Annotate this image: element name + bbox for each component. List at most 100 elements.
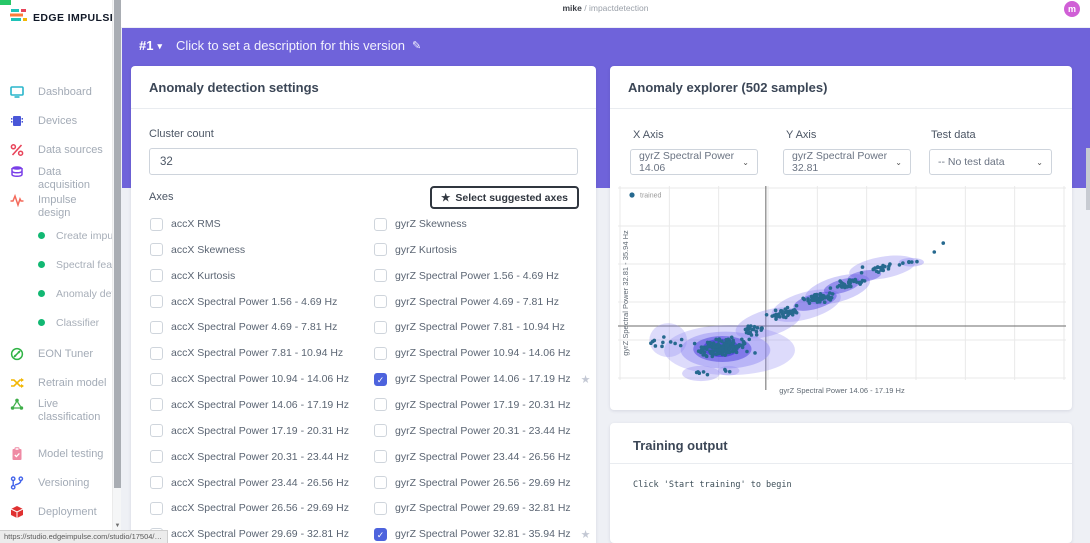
axis-checkbox[interactable]	[150, 398, 163, 411]
axis-checkbox[interactable]	[374, 398, 387, 411]
select-suggested-axes-button[interactable]: ★ Select suggested axes	[430, 186, 579, 209]
axis-option-label[interactable]: accX Spectral Power 20.31 - 23.44 Hz	[171, 451, 349, 463]
training-console-text: Click 'Start training' to begin	[633, 480, 792, 490]
axis-checkbox[interactable]	[374, 502, 387, 515]
version-picker[interactable]: #1 ▾	[139, 38, 162, 53]
axis-option-row: accX Spectral Power 4.69 - 7.81 Hz	[150, 320, 337, 334]
axis-checkbox[interactable]	[374, 269, 387, 282]
axis-option-label[interactable]: accX Kurtosis	[171, 270, 235, 282]
axis-option-label[interactable]: gyrZ Spectral Power 1.56 - 4.69 Hz	[395, 270, 559, 282]
screen-capture-marker	[0, 0, 11, 5]
axis-checkbox[interactable]: ✓	[374, 373, 387, 386]
sidebar-scrollbar-thumb[interactable]	[114, 0, 121, 488]
axis-option-label[interactable]: gyrZ Spectral Power 4.69 - 7.81 Hz	[395, 296, 559, 308]
axis-checkbox[interactable]	[150, 218, 163, 231]
x-axis-label: X Axis	[633, 129, 664, 141]
axis-option-row: accX Spectral Power 26.56 - 29.69 Hz	[150, 501, 349, 515]
axis-option-label[interactable]: gyrZ Spectral Power 23.44 - 26.56 Hz	[395, 451, 571, 463]
panel-title: Anomaly detection settings	[149, 80, 319, 95]
axes-label: Axes	[149, 191, 173, 203]
axis-option-label[interactable]: accX Spectral Power 26.56 - 29.69 Hz	[171, 502, 349, 514]
axis-option-label[interactable]: accX Spectral Power 10.94 - 14.06 Hz	[171, 373, 349, 385]
axis-checkbox[interactable]	[150, 424, 163, 437]
page-scrollbar-thumb[interactable]	[1086, 148, 1090, 210]
axis-checkbox[interactable]	[150, 347, 163, 360]
axis-checkbox[interactable]	[150, 502, 163, 515]
sidebar-item-label: Spectral features	[56, 259, 112, 272]
chevron-down-icon: ⌄	[1036, 158, 1043, 167]
x-axis-select[interactable]: gyrZ Spectral Power 14.06 ⌄	[630, 149, 758, 175]
axis-option-label[interactable]: accX Spectral Power 7.81 - 10.94 Hz	[171, 347, 343, 359]
axis-option-row: accX Spectral Power 29.69 - 32.81 Hz	[150, 527, 349, 541]
axis-checkbox[interactable]	[150, 243, 163, 256]
axis-checkbox[interactable]: ✓	[374, 528, 387, 541]
suggested-star-icon: ★	[581, 528, 591, 541]
axis-option-label[interactable]: accX RMS	[171, 218, 221, 230]
scrollbar-down-arrow-icon[interactable]: ▼	[113, 523, 122, 529]
axis-option-label[interactable]: gyrZ Spectral Power 10.94 - 14.06 Hz	[395, 347, 571, 359]
sidebar-item-label: Model testing	[38, 448, 110, 461]
sidebar-item-label: EON Tuner	[38, 348, 110, 361]
axis-checkbox[interactable]	[150, 476, 163, 489]
axis-option-label[interactable]: gyrZ Spectral Power 20.31 - 23.44 Hz	[395, 425, 571, 437]
breadcrumb[interactable]: mike / impactdetection	[121, 3, 1090, 13]
test-data-select[interactable]: -- No test data ⌄	[929, 149, 1052, 175]
axis-option-label[interactable]: gyrZ Skewness	[395, 218, 467, 230]
version-label: #1	[139, 38, 153, 53]
axis-option-label[interactable]: accX Spectral Power 14.06 - 17.19 Hz	[171, 399, 349, 411]
sidebar: EDGE IMPULSE Dashboard Devices Data sour…	[0, 0, 112, 543]
axis-checkbox[interactable]	[374, 476, 387, 489]
edit-pencil-icon[interactable]: ✎	[412, 39, 421, 52]
breadcrumb-project[interactable]: impactdetection	[589, 3, 649, 13]
sidebar-item-label: Dashboard	[38, 86, 110, 99]
training-output-panel: Training output Click 'Start training' t…	[610, 423, 1072, 543]
anomaly-settings-panel: Anomaly detection settings Cluster count…	[131, 66, 596, 543]
avatar[interactable]: m	[1064, 1, 1080, 17]
axis-option-row: accX Spectral Power 1.56 - 4.69 Hz	[150, 295, 337, 309]
y-axis-select[interactable]: gyrZ Spectral Power 32.81 ⌄	[783, 149, 911, 175]
axis-checkbox[interactable]	[374, 347, 387, 360]
axis-checkbox[interactable]	[374, 450, 387, 463]
axis-option-row: gyrZ Skewness	[374, 217, 467, 231]
axis-option-label[interactable]: gyrZ Kurtosis	[395, 244, 457, 256]
axis-checkbox[interactable]	[150, 450, 163, 463]
axis-checkbox[interactable]	[150, 321, 163, 334]
axis-checkbox[interactable]	[150, 269, 163, 282]
sidebar-item-label: Create impulse	[56, 230, 112, 243]
axis-option-row: accX RMS	[150, 217, 221, 231]
edge-impulse-logo[interactable]: EDGE IMPULSE	[10, 8, 117, 27]
axis-checkbox[interactable]	[374, 295, 387, 308]
axis-option-label[interactable]: accX Spectral Power 1.56 - 4.69 Hz	[171, 296, 337, 308]
anomaly-scatter-chart[interactable]: trainedgyrZ Spectral Power 14.06 - 17.19…	[618, 183, 1066, 400]
axis-option-label[interactable]: gyrZ Spectral Power 26.56 - 29.69 Hz	[395, 477, 571, 489]
axis-option-label[interactable]: accX Spectral Power 29.69 - 32.81 Hz	[171, 528, 349, 540]
axis-option-label[interactable]: gyrZ Spectral Power 14.06 - 17.19 Hz	[395, 373, 571, 385]
divider	[610, 108, 1072, 109]
axis-option-label[interactable]: accX Spectral Power 23.44 - 26.56 Hz	[171, 477, 349, 489]
version-description[interactable]: Click to set a description for this vers…	[176, 38, 421, 53]
axis-option-label[interactable]: gyrZ Spectral Power 29.69 - 32.81 Hz	[395, 502, 571, 514]
axis-checkbox[interactable]	[374, 424, 387, 437]
database-icon	[9, 165, 25, 179]
devices-icon	[9, 114, 25, 128]
chevron-down-icon: ⌄	[895, 158, 902, 167]
sidebar-item-label: Versioning	[38, 477, 110, 490]
sidebar-scrollbar[interactable]: ▼	[112, 0, 121, 543]
sidebar-item-label: Data sources	[38, 144, 110, 157]
axis-option-label[interactable]: gyrZ Spectral Power 32.81 - 35.94 Hz	[395, 528, 571, 540]
axis-checkbox[interactable]	[374, 243, 387, 256]
sidebar-item-label: Deployment	[38, 506, 110, 519]
axis-option-label[interactable]: gyrZ Spectral Power 7.81 - 10.94 Hz	[395, 321, 565, 333]
axis-checkbox[interactable]	[150, 295, 163, 308]
axis-option-label[interactable]: accX Spectral Power 17.19 - 20.31 Hz	[171, 425, 349, 437]
axis-option-row: accX Spectral Power 14.06 - 17.19 Hz	[150, 398, 349, 412]
cluster-count-input[interactable]	[149, 148, 578, 175]
axis-option-label[interactable]: accX Spectral Power 4.69 - 7.81 Hz	[171, 321, 337, 333]
axis-checkbox[interactable]	[374, 218, 387, 231]
axis-option-label[interactable]: accX Skewness	[171, 244, 245, 256]
breadcrumb-user[interactable]: mike	[562, 3, 581, 13]
axis-option-label[interactable]: gyrZ Spectral Power 17.19 - 20.31 Hz	[395, 399, 571, 411]
suggested-star-icon: ★	[581, 373, 591, 386]
axis-checkbox[interactable]	[374, 321, 387, 334]
axis-checkbox[interactable]	[150, 373, 163, 386]
